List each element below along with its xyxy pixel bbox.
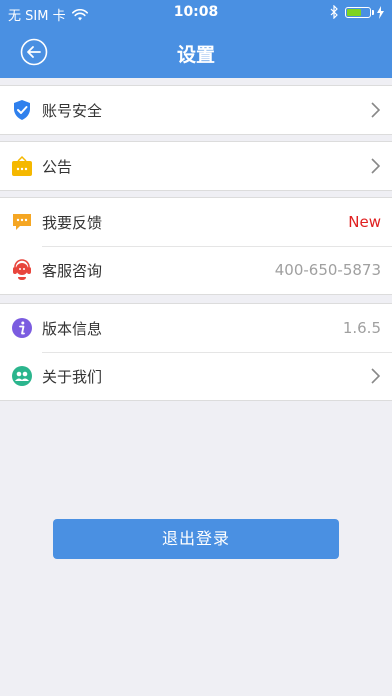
settings-item-label: 账号安全 xyxy=(42,101,103,120)
settings-item-label: 公告 xyxy=(42,157,73,176)
charging-icon xyxy=(377,5,384,19)
settings-group-support: 我要反馈 New 客服咨询 400-650-5873 xyxy=(0,197,392,295)
chevron-right-icon xyxy=(371,102,380,118)
status-bar: 无 SIM 卡 10:08 xyxy=(0,0,392,26)
settings-item-version[interactable]: 版本信息 1.6.5 xyxy=(0,304,392,352)
settings-item-label: 我要反馈 xyxy=(42,213,103,232)
settings-item-label: 客服咨询 xyxy=(42,261,103,280)
chat-bubble-icon xyxy=(11,211,33,233)
settings-item-label: 版本信息 xyxy=(42,319,103,338)
settings-item-announcement[interactable]: 公告 xyxy=(0,142,392,190)
settings-item-about-us[interactable]: 关于我们 xyxy=(0,352,392,400)
settings-group-account: 账号安全 xyxy=(0,85,392,135)
settings-item-label: 关于我们 xyxy=(42,367,103,386)
bluetooth-icon xyxy=(330,5,338,19)
battery-fill xyxy=(347,8,362,16)
settings-group-announcement: 公告 xyxy=(0,141,392,191)
navigation-bar: 设置 xyxy=(0,26,392,78)
customer-service-headset-icon xyxy=(11,259,33,281)
version-number: 1.6.5 xyxy=(342,319,381,337)
info-icon xyxy=(11,317,33,339)
chevron-right-icon xyxy=(371,158,380,174)
settings-item-feedback[interactable]: 我要反馈 New xyxy=(0,198,392,246)
settings-item-customer-service[interactable]: 客服咨询 400-650-5873 xyxy=(0,246,392,294)
settings-item-account-security[interactable]: 账号安全 xyxy=(0,86,392,134)
top-bar: 无 SIM 卡 10:08 设置 xyxy=(0,0,392,78)
page-title: 设置 xyxy=(176,44,215,66)
new-badge: New xyxy=(348,213,381,231)
settings-group-about: 版本信息 1.6.5 关于我们 xyxy=(0,303,392,401)
announcement-board-icon xyxy=(11,155,33,177)
status-right xyxy=(330,5,384,19)
shield-check-icon xyxy=(11,99,33,121)
battery-icon xyxy=(345,6,374,18)
people-icon xyxy=(11,365,33,387)
phone-number: 400-650-5873 xyxy=(274,261,381,279)
logout-button[interactable]: 退出登录 xyxy=(53,519,339,559)
chevron-right-icon xyxy=(371,368,380,384)
